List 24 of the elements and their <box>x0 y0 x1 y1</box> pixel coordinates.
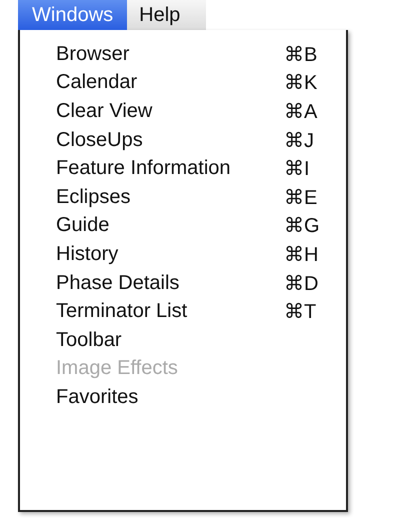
menu-item[interactable]: Phase Details ⌘D <box>20 268 346 298</box>
menu-item[interactable]: History ⌘H <box>20 240 346 269</box>
shortcut-label: ⌘B <box>284 42 318 67</box>
menu-item[interactable]: Feature Information ⌘I <box>20 154 346 183</box>
menu-item[interactable]: Browser ⌘B <box>20 40 346 69</box>
menu-item[interactable]: Favorites <box>20 383 346 412</box>
menu-item[interactable]: Eclipses ⌘E <box>20 182 346 212</box>
menu-item[interactable]: Calendar ⌘K <box>20 68 346 98</box>
menu-bar-item[interactable]: Windows <box>18 0 128 30</box>
shortcut-label: ⌘E <box>284 186 318 210</box>
menu-bar-item[interactable]: Help <box>127 0 192 30</box>
shortcut-label: ⌘T <box>284 300 318 324</box>
shortcut-label: ⌘H <box>284 242 320 267</box>
menu-item[interactable]: Terminator List ⌘T <box>20 297 346 326</box>
menu-item[interactable]: Guide ⌘G <box>20 212 346 240</box>
shortcut-label: ⌘I <box>284 157 311 182</box>
shortcut-label: ⌘G <box>284 214 321 238</box>
shortcut-label: ⌘D <box>284 272 320 296</box>
shortcut-label: ⌘J <box>284 128 315 153</box>
shortcut-label: ⌘A <box>284 100 318 124</box>
menu-item[interactable]: CloseUps ⌘J <box>20 126 346 154</box>
menu-item[interactable]: Toolbar <box>20 326 346 355</box>
menu-item[interactable]: Clear View ⌘A <box>20 97 346 126</box>
shortcut-label: ⌘K <box>284 71 318 96</box>
